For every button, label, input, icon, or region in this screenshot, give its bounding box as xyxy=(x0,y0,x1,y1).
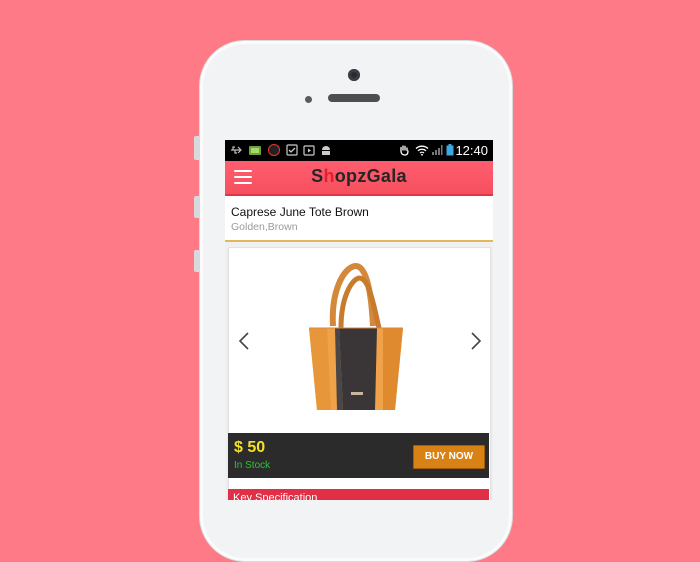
price-bar: $ 50 In Stock BUY NOW xyxy=(228,433,489,478)
product-header: Caprese June Tote Brown Golden,Brown xyxy=(225,196,493,242)
signal-icon xyxy=(432,145,443,155)
earpiece-speaker xyxy=(328,94,380,102)
app-bar: ShopzGala xyxy=(225,161,493,196)
chevron-left-icon[interactable] xyxy=(237,331,251,351)
usb-icon xyxy=(231,146,242,154)
badge-13-icon xyxy=(268,144,280,156)
product-colors: Golden,Brown xyxy=(231,221,298,233)
battery-icon xyxy=(446,144,454,156)
hand-icon xyxy=(400,145,409,156)
product-title: Caprese June Tote Brown xyxy=(231,205,369,219)
volume-up-button xyxy=(194,196,200,218)
play-store-icon xyxy=(303,145,315,156)
logo-accent-letter: h xyxy=(323,166,335,186)
status-bar: 12:40 xyxy=(225,140,493,161)
volume-down-button xyxy=(194,250,200,272)
key-specification-header[interactable]: Key Specification xyxy=(228,489,489,500)
battery-app-icon xyxy=(249,146,261,155)
front-camera xyxy=(348,69,360,81)
phone-screen: 12:40 ShopzGala Caprese June Tote Brown … xyxy=(225,140,493,500)
tote-bag-image xyxy=(309,263,403,410)
wifi-icon xyxy=(415,145,429,156)
mute-switch xyxy=(194,136,200,160)
chevron-right-icon[interactable] xyxy=(469,331,483,351)
product-price: $ 50 xyxy=(234,439,266,456)
status-time: 12:40 xyxy=(455,143,488,158)
check-icon xyxy=(286,144,298,156)
buy-now-button[interactable]: BUY NOW xyxy=(413,445,485,469)
proximity-sensor xyxy=(305,96,312,103)
stock-status: In Stock xyxy=(234,460,271,471)
app-logo[interactable]: ShopzGala xyxy=(225,166,493,187)
android-icon xyxy=(322,146,330,155)
